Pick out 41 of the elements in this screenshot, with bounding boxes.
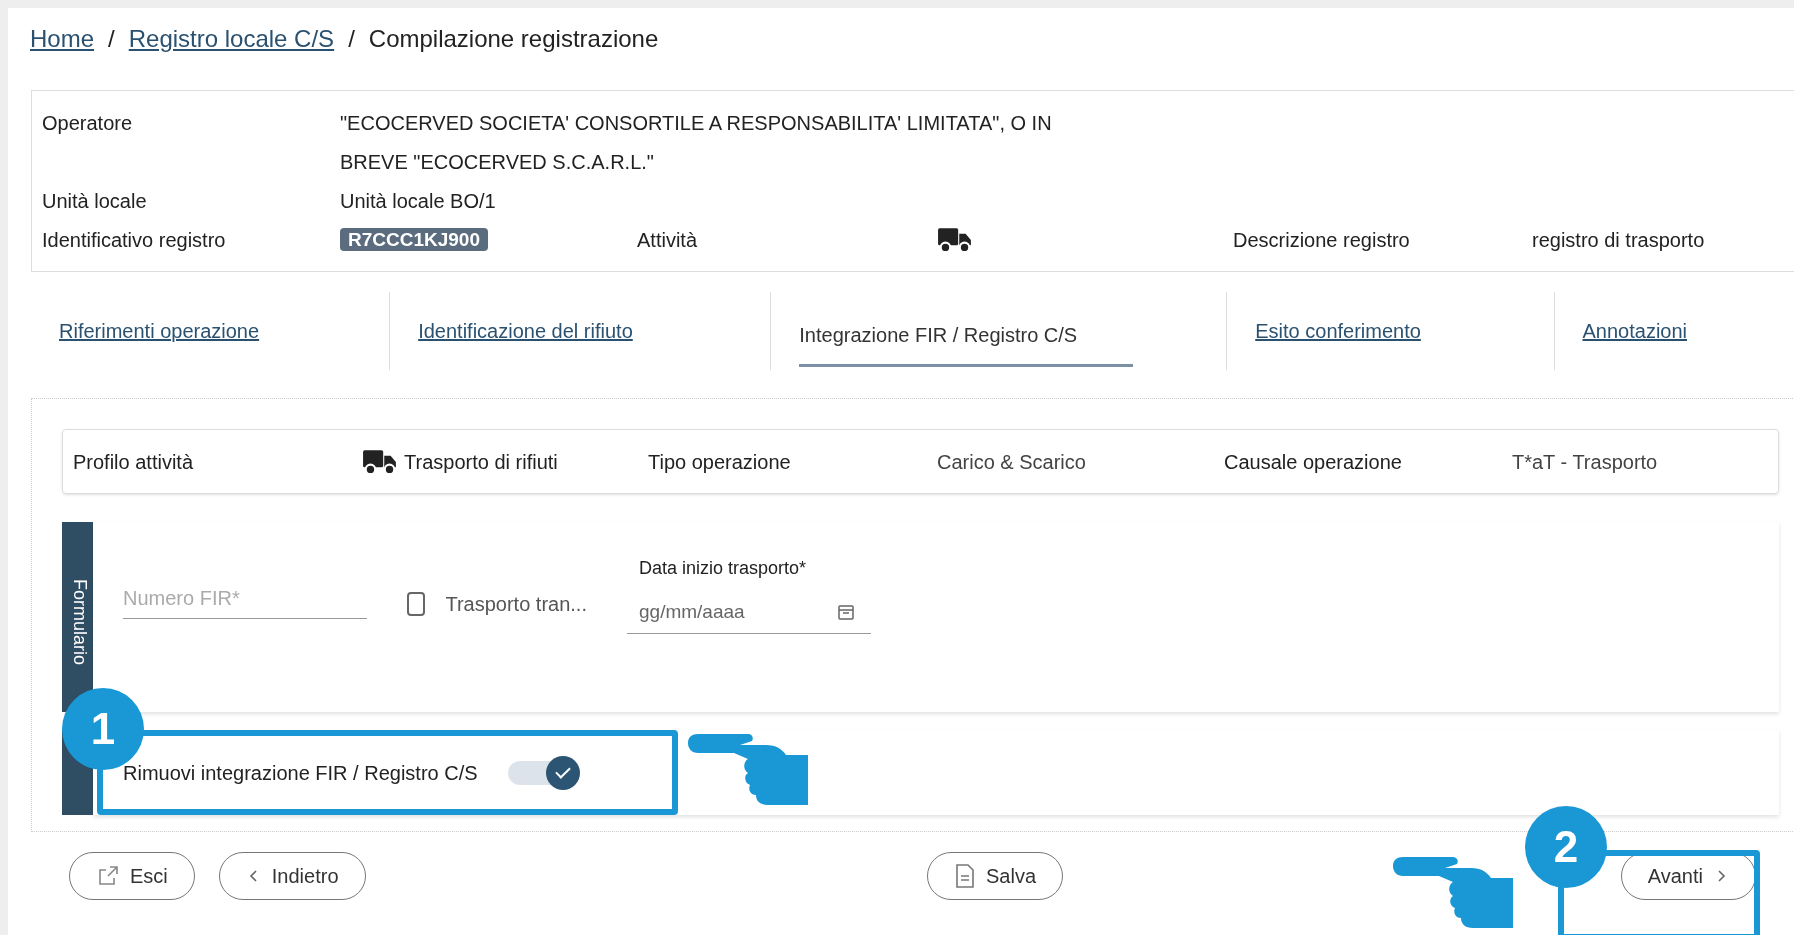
checkbox[interactable] bbox=[407, 592, 426, 616]
toggle-switch[interactable] bbox=[507, 755, 580, 790]
tab[interactable]: Integrazione FIR / Registro C/S bbox=[799, 295, 1134, 367]
register-id-badge: R7CCC1KJ900 bbox=[340, 228, 488, 252]
external-link-icon bbox=[96, 864, 120, 888]
date-label: Data inizio trasporto* bbox=[638, 557, 808, 580]
field-value: Unità locale BO/1 bbox=[340, 188, 496, 214]
save-button[interactable]: Salva bbox=[927, 852, 1064, 900]
truck-icon bbox=[937, 225, 973, 254]
breadcrumb-separator: / bbox=[348, 24, 355, 54]
step-badge: 2 bbox=[1525, 806, 1607, 888]
field-label: Profilo attività bbox=[73, 449, 195, 475]
tab[interactable]: Annotazioni bbox=[1582, 316, 1688, 346]
breadcrumb-link[interactable]: Home bbox=[30, 21, 95, 57]
truck-icon bbox=[362, 447, 398, 476]
field-label: Causale operazione bbox=[1224, 449, 1403, 475]
calendar-icon[interactable] bbox=[837, 602, 855, 621]
field-label: Identificativo registro bbox=[42, 227, 227, 253]
back-button[interactable]: Indietro bbox=[218, 852, 366, 900]
document-icon bbox=[954, 863, 976, 889]
field-value: T*aT - Trasporto bbox=[1512, 449, 1658, 475]
breadcrumb-current: Compilazione registrazione bbox=[368, 24, 659, 54]
field-value: registro di trasporto bbox=[1532, 227, 1705, 253]
field-value: BREVE "ECOCERVED S.C.A.R.L." bbox=[340, 149, 654, 175]
tab[interactable]: Riferimenti operazione bbox=[59, 316, 260, 346]
field-label: Descrizione registro bbox=[1233, 227, 1411, 253]
date-field[interactable]: gg/mm/aaaa bbox=[627, 590, 837, 634]
checkbox-label: Trasporto tran... bbox=[445, 592, 587, 617]
field-label: Operatore bbox=[42, 110, 134, 136]
input-field[interactable]: Numero FIR* bbox=[123, 579, 367, 619]
tab[interactable]: Identificazione del rifiuto bbox=[418, 316, 633, 346]
breadcrumb-separator: / bbox=[108, 24, 115, 54]
tab[interactable]: Esito conferimento bbox=[1255, 316, 1421, 346]
exit-button[interactable]: Esci bbox=[69, 852, 195, 900]
field-label: Attività bbox=[637, 227, 699, 253]
field-value: Carico & Scarico bbox=[937, 449, 1087, 475]
field-value: "ECOCERVED SOCIETA' CONSORTILE A RESPONSABILITA' LIMITATA", O IN bbox=[340, 110, 1052, 136]
field-label: Unità locale bbox=[42, 188, 148, 214]
breadcrumb-link[interactable]: Registro locale C/S bbox=[128, 21, 335, 57]
field-label: Tipo operazione bbox=[648, 449, 792, 475]
activity-profile: Trasporto di rifiuti bbox=[404, 449, 558, 475]
